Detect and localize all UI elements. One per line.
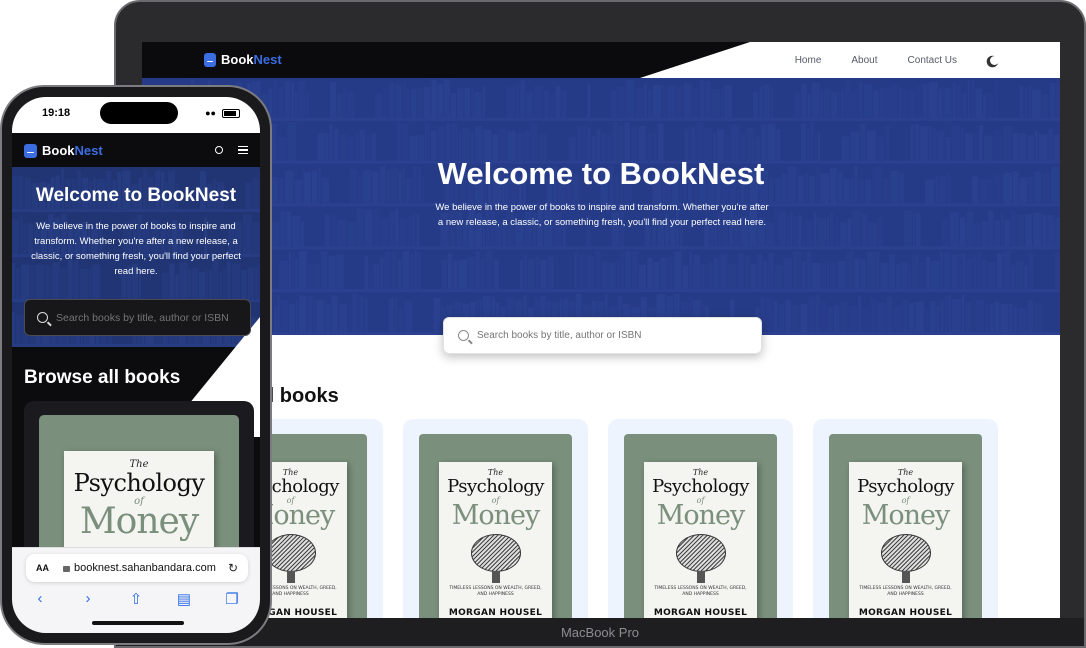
brain-illustration-icon <box>676 534 726 583</box>
brain-illustration-icon <box>881 534 931 583</box>
hero-subtitle: We believe in the power of books to insp… <box>31 221 241 277</box>
brand-name-accent: Nest <box>253 52 282 67</box>
battery-icon <box>222 109 240 118</box>
text-size-button[interactable]: AA <box>36 563 49 573</box>
forward-arrow-icon[interactable]: › <box>76 590 100 608</box>
phone-screen: 19:18 ●● BookNest Welcome to BookNest We… <box>12 97 260 633</box>
back-arrow-icon[interactable]: ‹ <box>28 590 52 608</box>
share-icon[interactable]: ⇧ <box>124 590 148 608</box>
book-cover-bg: The Psychology of Money TIMELESS LESSONS… <box>419 434 572 620</box>
book-author: MORGAN HOUSEL <box>448 608 543 618</box>
book-logo-icon <box>204 52 216 67</box>
book-tagline: TIMELESS LESSONS ON WEALTH, GREED, AND H… <box>449 586 542 597</box>
book-grid: The Psychology of Money TIMELESS LESSONS… <box>198 419 998 620</box>
book-card[interactable]: The Psychology of Money TIMELESS LESSONS… <box>608 419 793 620</box>
search-bar <box>443 317 762 354</box>
phone-brand-logo[interactable]: BookNest <box>24 143 103 158</box>
nav-about-link[interactable]: About <box>851 55 877 66</box>
address-bar[interactable]: AA booknest.sahanbandara.com ↻ <box>26 554 248 582</box>
lock-icon <box>63 566 70 572</box>
search-icon <box>458 330 469 341</box>
hamburger-menu-icon[interactable] <box>238 146 248 154</box>
book-logo-icon <box>24 143 37 158</box>
laptop-navbar: BookNest Home About Contact Us <box>142 42 1060 78</box>
reload-icon[interactable]: ↻ <box>228 561 238 575</box>
book-cover-bg: The Psychology of Money TIMELESS LESSONS… <box>829 434 982 620</box>
book-cover-image: The Psychology of Money TIMELESS LESSONS… <box>644 462 757 620</box>
home-indicator <box>92 621 184 625</box>
laptop-screen: BookNest Home About Contact Us Welcome t… <box>142 42 1060 620</box>
sun-icon[interactable] <box>215 146 223 154</box>
laptop-model-label: MacBook Pro <box>560 624 640 640</box>
book-tagline: TIMELESS LESSONS ON WEALTH, GREED, AND H… <box>859 586 952 597</box>
book-title-psychology: Psychology <box>652 476 749 497</box>
book-title-money: Money <box>79 501 199 542</box>
phone-status-bar: 19:18 ●● <box>12 97 260 133</box>
book-title-psychology: Psychology <box>73 469 205 497</box>
book-cover-image: The Psychology of Money TIMELESS LESSONS… <box>439 462 552 620</box>
brand-name-accent: Nest <box>74 143 103 158</box>
dynamic-island <box>100 102 178 124</box>
book-card[interactable]: The Psychology of Money TIMELESS LESSONS… <box>403 419 588 620</box>
device-mockup-stage: BookNest Home About Contact Us Welcome t… <box>0 0 1086 648</box>
book-title-money: Money <box>861 500 951 531</box>
phone-frame: 19:18 ●● BookNest Welcome to BookNest We… <box>0 85 272 645</box>
book-title-psychology: Psychology <box>447 476 544 497</box>
book-cover-image: The Psychology of Money TIMELESS LESSONS… <box>849 462 962 620</box>
book-card[interactable]: The Psychology of Money TIMELESS LESSONS… <box>813 419 998 620</box>
book-tagline: TIMELESS LESSONS ON WEALTH, GREED, AND H… <box>654 586 747 597</box>
brain-illustration-icon <box>471 534 521 583</box>
brand-name-primary: Book <box>221 52 254 67</box>
status-time: 19:18 <box>42 107 71 119</box>
url-text: booknest.sahanbandara.com <box>74 562 216 574</box>
hero-title: Welcome to BookNest <box>35 185 237 206</box>
book-title-psychology: Psychology <box>857 476 954 497</box>
nav-links: Home About Contact Us <box>795 55 996 66</box>
browser-toolbar: AA booknest.sahanbandara.com ↻ ‹ › ⇧ ▤ ❐ <box>12 547 260 633</box>
book-title-money: Money <box>451 500 541 531</box>
bookmarks-icon[interactable]: ▤ <box>172 590 196 608</box>
wifi-icon: ●● <box>205 108 216 118</box>
browser-nav-buttons: ‹ › ⇧ ▤ ❐ <box>22 590 250 608</box>
book-cover-bg: The Psychology of Money TIMELESS LESSONS… <box>624 434 777 620</box>
moon-icon[interactable] <box>990 56 999 65</box>
laptop-hero: Welcome to BookNest We believe in the po… <box>142 78 1060 335</box>
search-input[interactable] <box>56 311 236 324</box>
book-author: MORGAN HOUSEL <box>858 608 953 618</box>
browse-heading: Browse all books <box>24 367 181 388</box>
brain-illustration-icon <box>266 534 316 583</box>
hero-subtitle: We believe in the power of books to insp… <box>435 202 769 228</box>
nav-home-link[interactable]: Home <box>795 55 822 66</box>
phone-navbar: BookNest <box>12 133 260 167</box>
tabs-icon[interactable]: ❐ <box>220 590 244 608</box>
search-icon <box>37 312 48 323</box>
book-author: MORGAN HOUSEL <box>653 608 748 618</box>
brand-name-primary: Book <box>42 143 75 158</box>
hero-title: Welcome to BookNest <box>437 156 765 191</box>
search-input[interactable] <box>477 330 727 341</box>
phone-search-bar <box>24 299 251 336</box>
brand-logo[interactable]: BookNest <box>204 52 282 67</box>
book-title-money: Money <box>656 500 746 531</box>
nav-contact-link[interactable]: Contact Us <box>908 55 957 66</box>
